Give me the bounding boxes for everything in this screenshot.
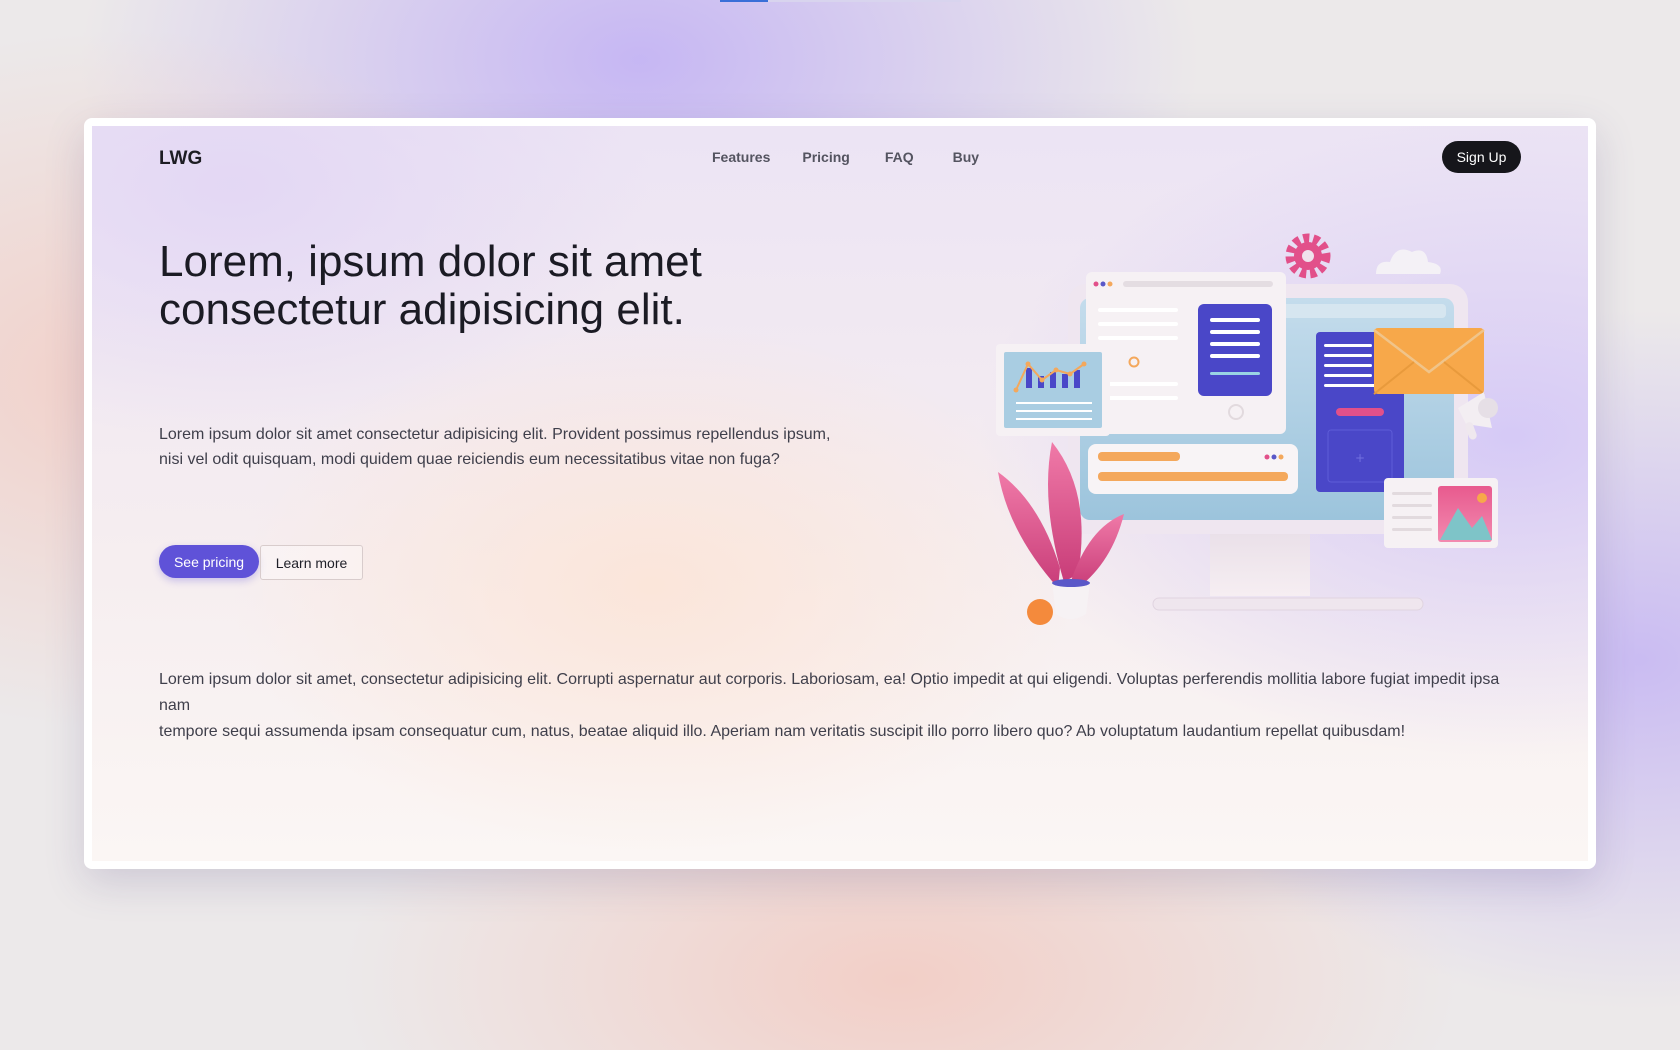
page-progress-bar <box>720 0 961 2</box>
envelope-icon <box>1373 328 1485 395</box>
hero-title-line-2: consectetur adipisicing elit. <box>159 285 685 334</box>
body-paragraph-line-1: Lorem ipsum dolor sit amet, consectetur … <box>159 671 1500 714</box>
learn-more-button[interactable]: Learn more <box>260 545 363 580</box>
sign-up-button[interactable]: Sign Up <box>1442 141 1521 173</box>
hero-title-line-1: Lorem, ipsum dolor sit amet <box>159 237 702 286</box>
chart-icon <box>996 344 1110 436</box>
browser-frame: LWG Features Pricing FAQ Buy Sign Up Lor… <box>84 118 1596 869</box>
body-paragraph-line-2: tempore sequi assumenda ipsam consequatu… <box>159 723 1406 740</box>
nav-link-pricing[interactable]: Pricing <box>802 149 849 165</box>
image-icon <box>1384 478 1498 548</box>
logo[interactable]: LWG <box>159 148 202 170</box>
nav-link-features[interactable]: Features <box>712 149 770 165</box>
hero-illustration: + <box>996 233 1498 625</box>
hero-description-line-2: nisi vel odit quisquam, modi quidem quae… <box>159 451 780 468</box>
cloud-icon <box>1376 249 1441 274</box>
navbar: LWG Features Pricing FAQ Buy Sign Up <box>92 126 1588 196</box>
see-pricing-button[interactable]: See pricing <box>159 545 259 578</box>
nav-links: Features Pricing FAQ Buy <box>712 149 1011 165</box>
nav-link-buy[interactable]: Buy <box>953 149 979 165</box>
nav-link-faq[interactable]: FAQ <box>885 149 914 165</box>
landing-page: LWG Features Pricing FAQ Buy Sign Up Lor… <box>92 126 1588 861</box>
hero-title: Lorem, ipsum dolor sit amet consectetur … <box>159 238 879 334</box>
body-paragraph: Lorem ipsum dolor sit amet, consectetur … <box>159 667 1529 745</box>
page-progress-fill <box>720 0 769 2</box>
browser-window <box>1086 272 1286 434</box>
hero-description: Lorem ipsum dolor sit amet consectetur a… <box>159 422 859 472</box>
svg-text:+: + <box>1355 451 1365 465</box>
hero-description-line-1: Lorem ipsum dolor sit amet consectetur a… <box>159 426 831 443</box>
gear-icon <box>1285 233 1331 279</box>
